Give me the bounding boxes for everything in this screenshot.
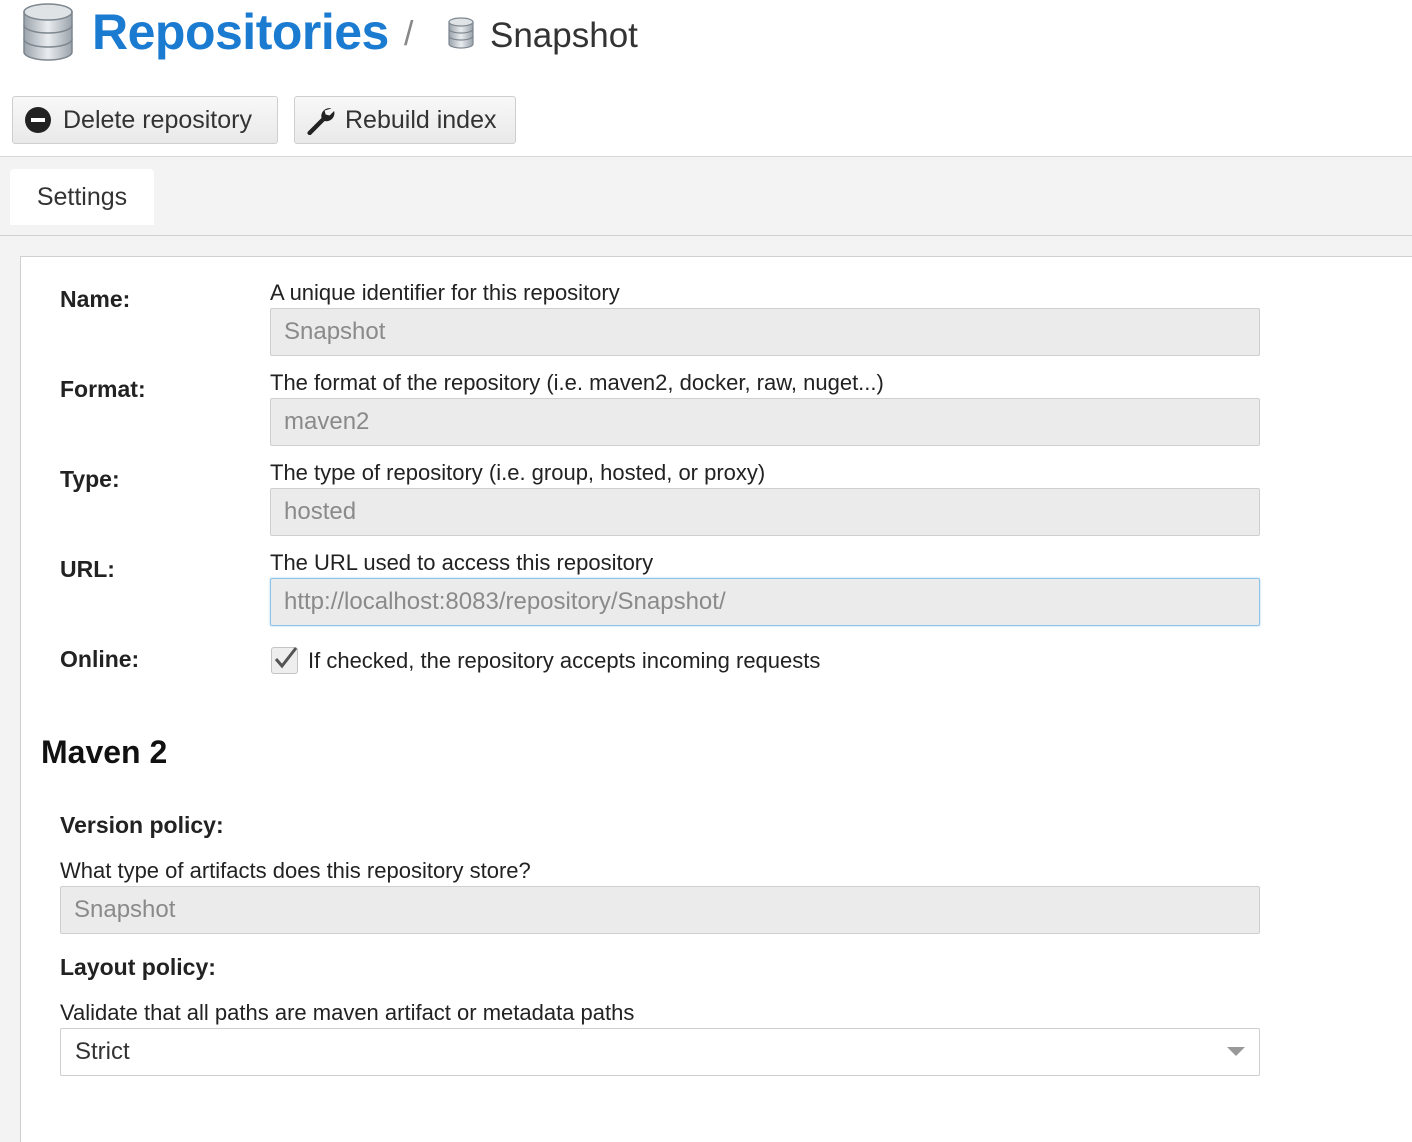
name-field[interactable]: [270, 308, 1260, 356]
type-field[interactable]: [270, 488, 1260, 536]
checkmark-icon: [274, 647, 298, 669]
name-help-text: A unique identifier for this repository: [270, 280, 620, 305]
url-label: URL:: [60, 556, 115, 582]
url-field[interactable]: [270, 578, 1260, 626]
url-help-text: The URL used to access this repository: [270, 550, 654, 575]
chevron-down-icon: [1227, 1047, 1245, 1056]
format-label: Format:: [60, 376, 146, 402]
layout-policy-help-text: Validate that all paths are maven artifa…: [60, 1000, 635, 1025]
format-field[interactable]: [270, 398, 1260, 446]
layout-policy-select[interactable]: Strict: [60, 1028, 1260, 1076]
page-header: Repositories / Snapshot: [0, 0, 1412, 80]
version-policy-help-text: What type of artifacts does this reposit…: [60, 858, 531, 883]
database-icon: [23, 3, 73, 61]
name-label: Name:: [60, 286, 131, 312]
database-icon: [448, 17, 474, 49]
online-help-text: If checked, the repository accepts incom…: [308, 648, 821, 673]
tab-bar: Settings: [0, 156, 1412, 236]
online-checkbox[interactable]: [271, 647, 298, 674]
wrench-icon: [305, 105, 335, 135]
online-label: Online:: [60, 646, 140, 672]
layout-policy-selected-value: Strict: [75, 1038, 130, 1065]
toolbar: Delete repository Rebuild index: [0, 96, 1412, 146]
breadcrumb-separator: /: [404, 15, 414, 53]
tab-settings[interactable]: Settings: [10, 169, 154, 225]
delete-repository-button[interactable]: Delete repository: [12, 96, 278, 144]
rebuild-index-button[interactable]: Rebuild index: [294, 96, 516, 144]
format-help-text: The format of the repository (i.e. maven…: [270, 370, 884, 395]
type-help-text: The type of repository (i.e. group, host…: [270, 460, 766, 485]
maven-section-title: Maven 2: [41, 734, 168, 770]
version-policy-label: Version policy:: [60, 812, 224, 838]
delete-repository-label: Delete repository: [63, 105, 252, 134]
version-policy-field[interactable]: [60, 886, 1260, 934]
minus-circle-icon: [23, 105, 53, 135]
rebuild-index-label: Rebuild index: [345, 105, 497, 134]
breadcrumb-root-link[interactable]: Repositories: [92, 2, 389, 62]
type-label: Type:: [60, 466, 120, 492]
breadcrumb-current: Snapshot: [490, 16, 638, 55]
layout-policy-label: Layout policy:: [60, 954, 216, 980]
